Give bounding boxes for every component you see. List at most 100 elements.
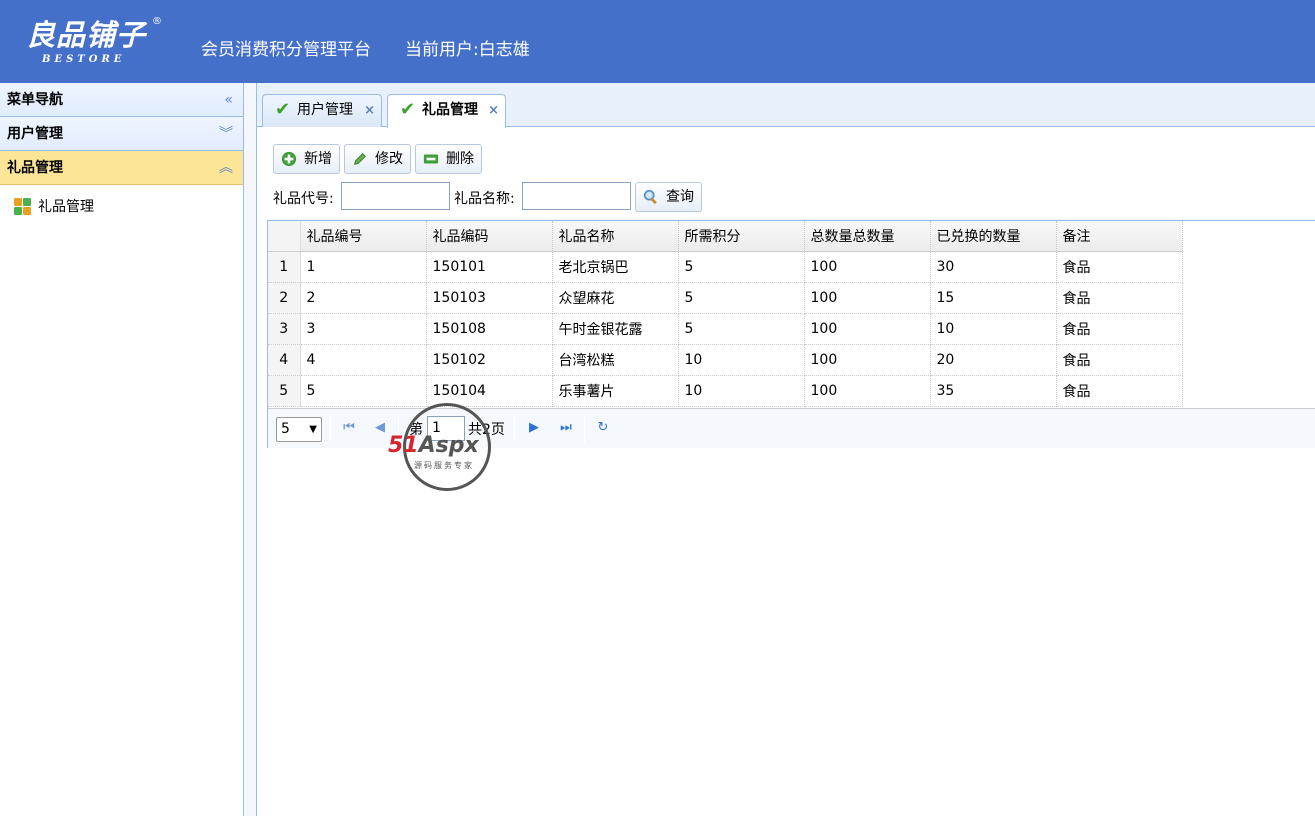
table-cell: 150101 [426,251,553,283]
tab-gift-management[interactable]: ✔ 礼品管理 × [387,94,506,128]
gift-name-label: 礼品名称: [454,191,515,207]
double-chevron-up-icon[interactable]: ︽ [219,151,233,185]
query-button-label: 查询 [666,189,694,205]
table-cell: 100 [804,344,931,376]
sidebar: 菜单导航 « 用户管理 ︾ 礼品管理 ︽ 礼品管理 [0,83,244,816]
sidebar-group-gift[interactable]: 礼品管理 ︽ [0,151,243,185]
table-row[interactable]: 1 1 150101 老北京锅巴 5 100 30 食品 [268,251,1183,283]
column-header[interactable]: 已兑换的数量 [930,221,1057,252]
row-number: 4 [268,344,301,376]
table-cell: 35 [930,375,1057,407]
tree-item-gift-management[interactable]: 礼品管理 [14,195,243,219]
double-chevron-left-icon[interactable]: « [224,83,233,117]
gift-table: 礼品编号 礼品编码 礼品名称 所需积分 总数量总数量 已兑换的数量 备注 1 1… [268,221,1183,407]
sidebar-nav-title: 菜单导航 [7,92,63,108]
page-size-select[interactable]: 5 ▼ [276,417,322,442]
table-cell: 150103 [426,282,553,314]
refresh-icon[interactable]: ↻ [595,419,611,437]
table-row[interactable]: 3 3 150108 午时金银花露 5 100 10 食品 [268,313,1183,345]
edit-button-label: 修改 [375,151,403,167]
grid-modules-icon [14,198,32,216]
watermark-brand: 51Aspx [388,433,479,458]
table-row[interactable]: 2 2 150103 众望麻花 5 100 15 食品 [268,282,1183,314]
table-cell: 食品 [1056,251,1183,283]
table-cell: 食品 [1056,313,1183,345]
sidebar-nav-header: 菜单导航 « [0,83,243,117]
last-page-icon[interactable]: ⏭ [558,419,574,437]
tab-user-management[interactable]: ✔ 用户管理 × [262,94,382,127]
sidebar-group-label: 用户管理 [7,126,63,142]
layout-splitter[interactable] [244,83,257,816]
column-header[interactable]: 礼品名称 [552,221,679,252]
table-cell: 午时金银花露 [552,313,679,345]
table-cell: 4 [300,344,427,376]
table-header-row: 礼品编号 礼品编码 礼品名称 所需积分 总数量总数量 已兑换的数量 备注 [268,221,1183,252]
table-cell: 众望麻花 [552,282,679,314]
brand-logo: 良品铺子 ® BESTORE [26,12,166,70]
column-header[interactable]: 礼品编码 [426,221,553,252]
tab-label: 用户管理 [297,102,353,118]
table-cell: 20 [930,344,1057,376]
row-number: 1 [268,251,301,283]
delete-button[interactable]: 删除 [415,144,482,174]
edit-button[interactable]: 修改 [344,144,411,174]
row-number: 2 [268,282,301,314]
logo-subtitle: BESTORE [42,54,126,65]
checkmark-icon: ✔ [275,99,291,120]
watermark: 51Aspx 源码服务专家 [388,403,512,493]
table-cell: 食品 [1056,344,1183,376]
tab-strip: ✔ 用户管理 × ✔ 礼品管理 × [257,83,1315,128]
table-cell: 100 [804,313,931,345]
table-cell: 食品 [1056,282,1183,314]
pager-separator [584,415,585,443]
checkmark-icon: ✔ [400,99,416,120]
table-cell: 1 [300,251,427,283]
table-cell: 10 [930,313,1057,345]
table-cell: 30 [930,251,1057,283]
row-number-header [268,221,301,252]
query-button[interactable]: 查询 [635,182,702,212]
tree-item-label: 礼品管理 [38,199,94,215]
add-button[interactable]: 新增 [273,144,340,174]
first-page-icon[interactable]: ⏮ [341,419,357,437]
column-header[interactable]: 总数量总数量 [804,221,931,252]
column-header[interactable]: 备注 [1056,221,1183,252]
row-number: 5 [268,375,301,407]
logo-text: 良品铺子 [26,18,147,52]
row-number: 3 [268,313,301,345]
gift-name-input[interactable] [522,182,631,210]
pencil-icon [354,153,366,165]
table-cell: 100 [804,282,931,314]
logo-registered-mark: ® [152,16,162,27]
table-row[interactable]: 4 4 150102 台湾松糕 10 100 20 食品 [268,344,1183,376]
table-cell: 老北京锅巴 [552,251,679,283]
gift-code-input[interactable] [341,182,450,210]
minus-icon [423,154,439,164]
sidebar-tree: 礼品管理 [0,185,243,219]
search-row: 礼品代号: 礼品名称: 查询 [273,182,873,212]
close-icon[interactable]: × [488,95,499,126]
table-cell: 150102 [426,344,553,376]
table-cell: 3 [300,313,427,345]
column-header[interactable]: 礼品编号 [300,221,427,252]
table-cell: 150104 [426,375,553,407]
column-header[interactable]: 所需积分 [678,221,805,252]
next-page-icon[interactable]: ▶ [526,419,542,437]
close-icon[interactable]: × [364,95,375,126]
table-cell: 5 [678,313,805,345]
gift-code-label: 礼品代号: [273,191,334,207]
prev-page-icon[interactable]: ◀ [372,419,388,437]
double-chevron-down-icon[interactable]: ︾ [219,117,233,151]
pager-separator [330,415,331,443]
watermark-tagline: 源码服务专家 [414,461,474,470]
sidebar-group-label: 礼品管理 [7,160,63,176]
current-user: 当前用户:白志雄 [405,40,530,60]
sidebar-group-user[interactable]: 用户管理 ︾ [0,117,243,151]
plus-icon [281,151,297,167]
table-cell: 5 [678,282,805,314]
table-row[interactable]: 5 5 150104 乐事薯片 10 100 35 食品 [268,375,1183,407]
tab-label: 礼品管理 [422,102,478,118]
table-cell: 10 [678,375,805,407]
table-cell: 5 [678,251,805,283]
table-cell: 食品 [1056,375,1183,407]
